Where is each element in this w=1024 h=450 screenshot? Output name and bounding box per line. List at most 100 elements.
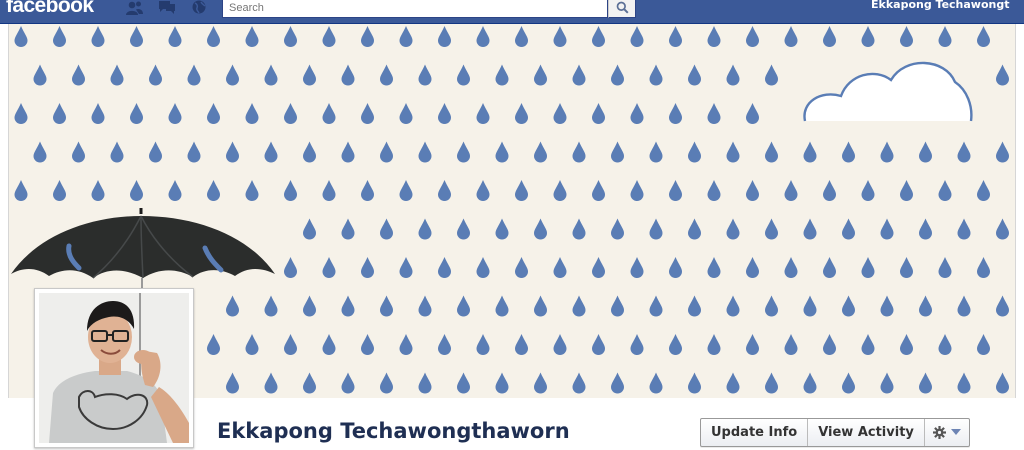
raindrop xyxy=(438,103,451,124)
raindrop xyxy=(765,141,778,163)
search-input[interactable] xyxy=(223,0,607,17)
raindrop xyxy=(418,64,432,86)
raindrop xyxy=(726,218,740,240)
raindrop xyxy=(284,334,297,355)
raindrop xyxy=(592,26,605,47)
raindrop xyxy=(669,103,682,124)
raindrop xyxy=(861,26,875,47)
raindrop xyxy=(341,218,355,240)
raindrop xyxy=(630,334,644,355)
facebook-logo[interactable]: facebook xyxy=(6,0,94,18)
top-user-name-link[interactable]: Ekkapong Techawongt xyxy=(871,0,1010,11)
raindrop xyxy=(611,218,624,240)
raindrop xyxy=(649,141,663,163)
raindrop xyxy=(534,372,547,394)
raindrop xyxy=(861,257,875,278)
friend-requests-icon[interactable] xyxy=(124,0,144,15)
raindrop xyxy=(187,141,201,163)
raindrop xyxy=(476,257,490,278)
raindrop xyxy=(130,180,143,201)
raindrop xyxy=(226,64,239,86)
facebook-timeline-page: facebook Search Ekkapong Techawongt Ekka… xyxy=(0,0,1024,450)
settings-dropdown-button[interactable] xyxy=(925,419,969,446)
raindrop xyxy=(207,103,220,124)
raindrop xyxy=(207,180,220,201)
raindrop xyxy=(938,180,952,201)
search-button[interactable] xyxy=(608,0,636,18)
raindrop xyxy=(784,257,798,278)
raindrop xyxy=(515,26,528,47)
raindrop xyxy=(880,372,894,394)
raindrop xyxy=(649,218,663,240)
raindrop xyxy=(399,180,413,201)
raindrop xyxy=(53,103,66,124)
raindrop xyxy=(457,372,470,394)
raindrop xyxy=(957,218,971,240)
raindrop xyxy=(919,372,932,394)
raindrop xyxy=(322,180,336,201)
raindrop xyxy=(457,218,470,240)
profile-picture[interactable] xyxy=(34,288,194,448)
top-navigation-bar: facebook Search Ekkapong Techawongt xyxy=(0,0,1024,24)
raindrop xyxy=(226,295,239,317)
raindrop xyxy=(592,180,605,201)
raindrop xyxy=(765,372,778,394)
raindrop xyxy=(303,295,316,317)
raindrop xyxy=(746,334,759,355)
raindrop xyxy=(823,257,836,278)
raindrop xyxy=(919,218,932,240)
raindrop xyxy=(592,257,605,278)
raindrop xyxy=(495,64,509,86)
raindrop xyxy=(572,295,586,317)
raindrop xyxy=(284,180,297,201)
raindrop xyxy=(14,26,28,47)
profile-name[interactable]: Ekkapong Techawongthaworn xyxy=(217,419,570,443)
raindrop xyxy=(707,334,721,355)
raindrop xyxy=(515,103,528,124)
raindrop xyxy=(534,64,547,86)
raindrop xyxy=(361,334,374,355)
raindrop xyxy=(861,334,875,355)
raindrop xyxy=(977,334,990,355)
raindrop xyxy=(322,257,336,278)
raindrop xyxy=(341,295,355,317)
raindrop xyxy=(996,295,1009,317)
update-info-button[interactable]: Update Info xyxy=(701,419,809,446)
raindrop xyxy=(765,64,778,86)
raindrop xyxy=(746,103,759,124)
raindrop xyxy=(977,26,990,47)
raindrop xyxy=(361,26,374,47)
raindrop xyxy=(688,372,701,394)
raindrop xyxy=(630,180,644,201)
search-box xyxy=(222,0,608,18)
raindrop xyxy=(611,295,624,317)
raindrop xyxy=(688,218,701,240)
raindrop xyxy=(168,26,182,47)
raindrop xyxy=(611,372,624,394)
raindrop xyxy=(726,295,740,317)
raindrop xyxy=(553,180,567,201)
messages-icon[interactable] xyxy=(157,0,177,15)
raindrop xyxy=(149,64,162,86)
raindrop xyxy=(264,295,278,317)
raindrop xyxy=(726,372,740,394)
raindrop xyxy=(803,141,817,163)
profile-actions-group: Update Info View Activity xyxy=(700,418,970,447)
raindrop xyxy=(399,334,413,355)
raindrop xyxy=(861,180,875,201)
raindrop xyxy=(322,334,336,355)
notifications-globe-icon[interactable] xyxy=(189,0,209,15)
raindrop xyxy=(553,26,567,47)
raindrop xyxy=(418,218,432,240)
raindrop xyxy=(33,141,47,163)
raindrop xyxy=(534,295,547,317)
raindrop xyxy=(880,141,894,163)
raindrop xyxy=(14,103,28,124)
raindrop xyxy=(476,26,490,47)
raindrop xyxy=(245,26,259,47)
raindrop xyxy=(803,372,817,394)
raindrop xyxy=(341,64,355,86)
view-activity-button[interactable]: View Activity xyxy=(808,419,925,446)
raindrop xyxy=(572,64,586,86)
raindrop xyxy=(380,372,393,394)
